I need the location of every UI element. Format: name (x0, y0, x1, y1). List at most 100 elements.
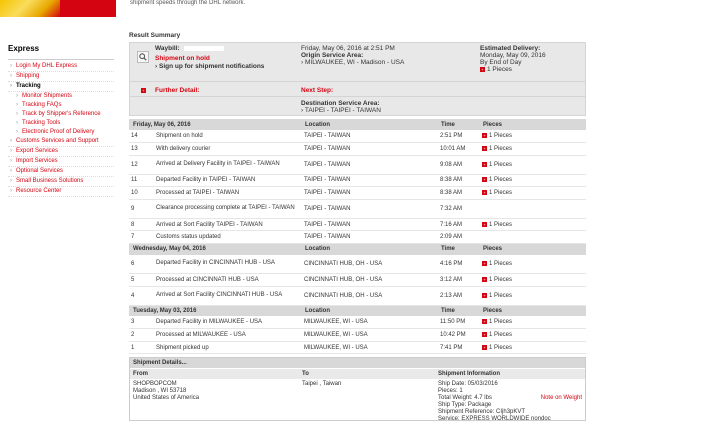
origin-label: Origin Service Area: (301, 52, 364, 59)
sidebar-item-label: Tracking FAQs (22, 102, 62, 108)
event-description: Departed Facility in MILWAUKEE - USA (153, 316, 301, 330)
signup-link[interactable]: › Sign up for shipment notifications (155, 63, 264, 70)
further-detail-toggle[interactable]: + (141, 87, 148, 94)
pieces-link[interactable]: +1 Pieces (480, 66, 512, 73)
event-pieces[interactable]: +1 Pieces (479, 254, 586, 275)
date-header: Friday, May 06, 2016 (129, 119, 301, 130)
sidebar-item-label: Tracking Tools (22, 120, 61, 126)
sidebar-item-label: Track by Shipper's Reference (22, 111, 101, 117)
sidebar-item-small-business[interactable]: › Small Business Solutions (8, 177, 114, 187)
sidebar-item-shipping[interactable]: › Shipping (8, 72, 114, 82)
from-line: Madison , WI 53718 (133, 388, 187, 395)
event-location: TAIPEI - TAIWAN (301, 218, 437, 232)
plus-icon: + (482, 221, 487, 227)
table-row: 10 Processed at TAIPEI - TAIWAN TAIPEI - T… (129, 186, 586, 200)
pieces-label: 1 Pieces (489, 344, 513, 351)
event-location: TAIPEI - TAIWAN (301, 199, 437, 219)
event-location: MILWAUKEE, WI - USA (301, 341, 437, 355)
sidebar-item-tracking-tools[interactable]: › Tracking Tools (8, 119, 114, 128)
arrow-icon: › (10, 178, 12, 184)
event-description: Shipment picked up (153, 341, 301, 355)
sidebar-item-track-by-reference[interactable]: › Track by Shipper's Reference (8, 110, 114, 119)
sidebar-item-tracking[interactable]: › Tracking (8, 82, 114, 92)
table-row: 14 Shipment on hold TAIPEI - TAIWAN 2:51 PM… (129, 130, 586, 144)
event-location: CINCINNATI HUB, OH - USA (301, 273, 437, 287)
sidebar-item-label: Import Services (16, 158, 58, 164)
sidebar-item-tracking-faqs[interactable]: › Tracking FAQs (8, 101, 114, 110)
date-header: Tuesday, May 03, 2016 (129, 305, 301, 317)
sidebar-item-label: Small Business Solutions (16, 178, 84, 184)
sidebar: Express › Login My DHL Express › Shipping … (8, 44, 114, 197)
plus-icon: + (482, 276, 487, 282)
event-description: Arrived at Sort Facility TAIPEI - TAIWAN (153, 218, 301, 232)
sidebar-item-optional[interactable]: › Optional Services (8, 167, 114, 177)
event-location: TAIPEI - TAIWAN (301, 142, 437, 156)
event-description: Arrived at Delivery Facility in TAIPEI -… (153, 155, 301, 175)
ship-pieces: Pieces: 1 (438, 388, 463, 395)
event-time: 2:13 AM (437, 286, 479, 306)
sidebar-item-proof-of-delivery[interactable]: › Electronic Proof of Delivery (8, 128, 114, 137)
event-number: 11 (129, 174, 153, 188)
plus-icon: + (141, 87, 146, 93)
sidebar-item-import[interactable]: › Import Services (8, 157, 114, 167)
origin-text: MILWAUKEE, WI - Madison - USA (304, 59, 405, 66)
arrow-icon: › (10, 158, 12, 164)
summary-divider (130, 96, 585, 97)
col-pieces: Pieces (479, 305, 586, 317)
event-location: MILWAUKEE, WI - USA (301, 328, 437, 342)
event-number: 8 (129, 218, 153, 232)
event-pieces[interactable]: +1 Pieces (479, 328, 586, 342)
waybill-number (183, 45, 224, 51)
event-pieces[interactable]: +1 Pieces (479, 174, 586, 188)
event-pieces[interactable]: +1 Pieces (479, 142, 586, 156)
sidebar-item-resource-center[interactable]: › Resource Center (8, 187, 114, 197)
date-header: Wednesday, May 04, 2016 (129, 243, 301, 255)
sidebar-item-customs[interactable]: › Customs Services and Support (8, 137, 114, 147)
to-address: Taipei , Taiwan (302, 381, 341, 388)
event-pieces[interactable]: +1 Pieces (479, 155, 586, 175)
event-time: 2:51 PM (437, 130, 479, 144)
from-address: SHOPBOPCOM Madison , WI 53718 United Sta… (133, 381, 199, 402)
search-icon[interactable] (137, 51, 149, 63)
plus-icon: + (482, 133, 487, 138)
ship-reference: Shipment Reference: CIjh3pKVT (438, 409, 526, 416)
est-delivery-time: By End of Day (480, 59, 522, 66)
result-summary: Waybill: Shipment on hold › Sign up for … (129, 42, 586, 116)
event-number: 6 (129, 254, 153, 275)
banner-image (0, 0, 60, 17)
sidebar-item-monitor-shipments[interactable]: › Monitor Shipments (8, 92, 114, 101)
event-pieces[interactable]: +1 Pieces (479, 316, 586, 330)
col-pieces: Pieces (479, 119, 586, 130)
arrow-icon: › (301, 107, 304, 114)
event-number: 3 (129, 316, 153, 330)
to-line: Taipei , Taiwan (302, 381, 342, 388)
details-header: From To Shipment Information (130, 369, 585, 380)
arrow-icon: › (10, 73, 12, 79)
event-time: 9:08 AM (437, 155, 479, 175)
sidebar-item-label: Export Services (16, 148, 59, 154)
event-time: 4:16 PM (437, 254, 479, 275)
plus-icon: + (482, 319, 487, 325)
event-pieces[interactable]: +1 Pieces (479, 130, 586, 144)
event-description: Clearance processing complete at TAIPEI … (153, 199, 301, 219)
event-pieces[interactable]: +1 Pieces (479, 273, 586, 287)
plus-icon: + (482, 190, 487, 196)
table-row: 3 Departed Facility in MILWAUKEE - USA MIL… (129, 316, 586, 330)
note-on-weight-link[interactable]: Note on Weight (541, 395, 582, 402)
event-pieces (479, 199, 586, 219)
event-description: Processed at TAIPEI - TAIWAN (153, 186, 301, 200)
main-content: Result Summary Waybill: Shipment on hold… (129, 32, 586, 423)
event-description: Departed Facility in CINCINNATI HUB - US… (153, 254, 301, 275)
sidebar-item-label: Resource Center (16, 188, 62, 194)
sidebar-item-login[interactable]: › Login My DHL Express (8, 62, 114, 72)
arrow-icon: › (10, 63, 12, 69)
event-location: TAIPEI - TAIWAN (301, 186, 437, 200)
sidebar-item-export[interactable]: › Export Services (8, 147, 114, 157)
pieces-label: 1 Pieces (489, 332, 513, 339)
event-pieces[interactable]: +1 Pieces (479, 341, 586, 355)
event-pieces[interactable]: +1 Pieces (479, 186, 586, 200)
col-time: Time (437, 305, 479, 317)
event-pieces[interactable]: +1 Pieces (479, 218, 586, 232)
event-pieces[interactable]: +1 Pieces (479, 286, 586, 306)
shipment-info: Ship Date: 05/03/2016 Pieces: 1 Total We… (438, 381, 584, 423)
